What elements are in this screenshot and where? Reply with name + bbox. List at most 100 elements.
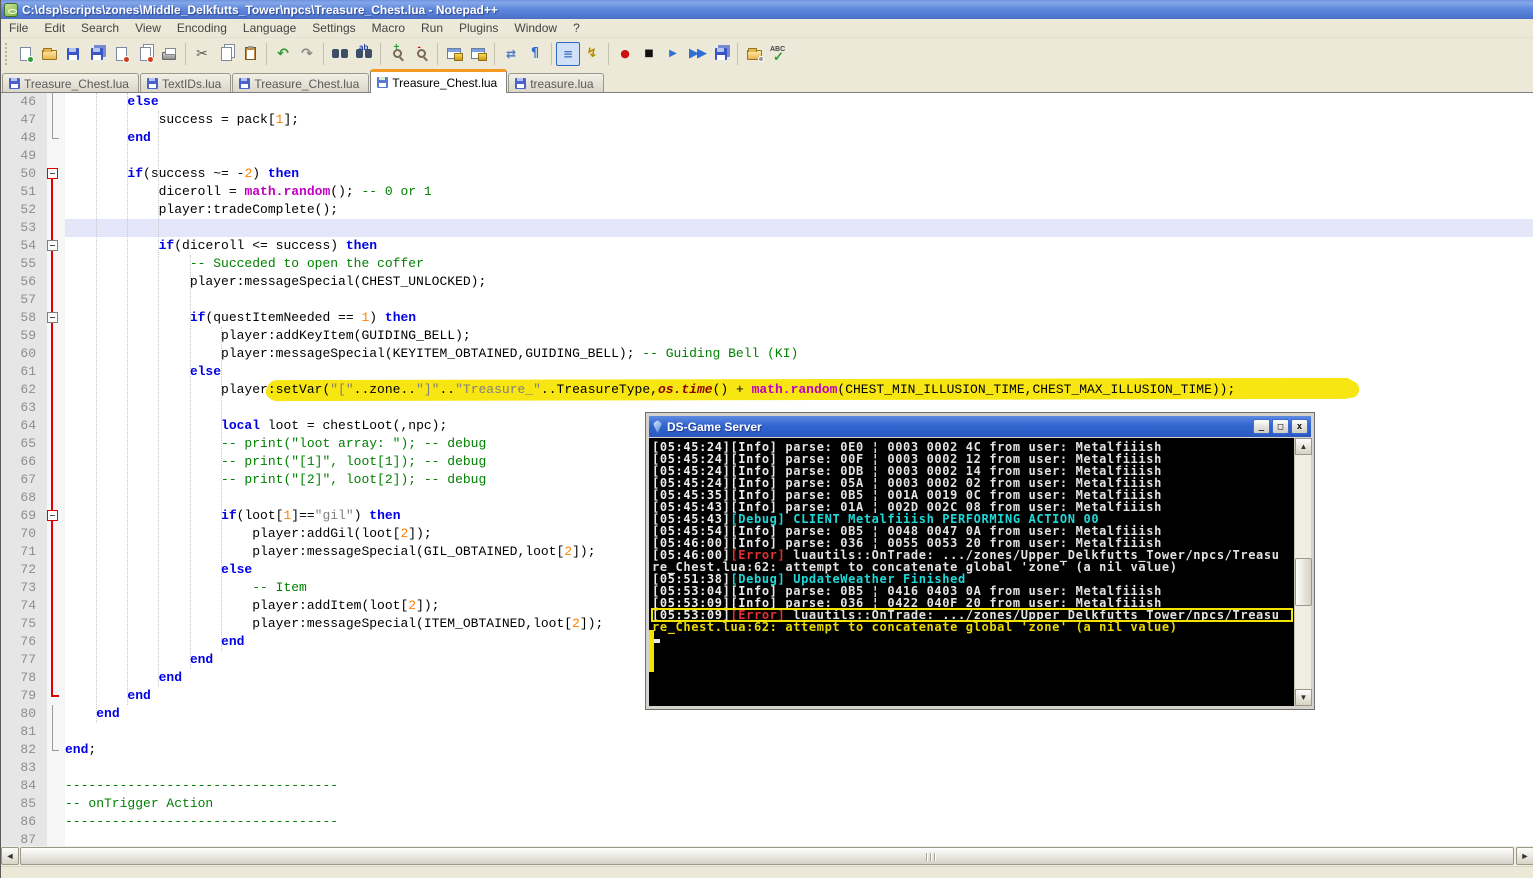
horizontal-scrollbar[interactable]: ◄ ► <box>1 846 1533 866</box>
show-all-chars-icon[interactable]: ¶ <box>523 42 547 66</box>
code-line-55[interactable]: 55 -- Succeded to open the coffer <box>1 255 1533 273</box>
redo-icon[interactable]: ↷ <box>295 42 319 66</box>
menu-item-language[interactable]: Language <box>235 19 304 37</box>
code-line-46[interactable]: 46 else <box>1 93 1533 111</box>
indent-guide-icon[interactable]: ≡ <box>556 42 580 66</box>
fold-margin[interactable] <box>47 129 65 147</box>
code-line-84[interactable]: 84----------------------------------- <box>1 777 1533 795</box>
code-line-51[interactable]: 51 diceroll = math.random(); -- 0 or 1 <box>1 183 1533 201</box>
menu-item-run[interactable]: Run <box>413 19 451 37</box>
menu-item-encoding[interactable]: Encoding <box>169 19 235 37</box>
fold-margin[interactable] <box>47 273 65 291</box>
macro-run-multiple-icon[interactable]: ▶▶ <box>685 42 709 66</box>
cut-icon[interactable]: ✂ <box>190 42 214 66</box>
fold-margin[interactable] <box>47 795 65 813</box>
sync-horizontal-icon[interactable] <box>466 42 490 66</box>
code-line-62[interactable]: 62 player:setVar("["..zone.."]".."Treasu… <box>1 381 1533 399</box>
fold-margin[interactable] <box>47 381 65 399</box>
fold-margin[interactable] <box>47 345 65 363</box>
fold-margin[interactable] <box>47 255 65 273</box>
scroll-left-button[interactable]: ◄ <box>1 847 19 865</box>
fold-margin[interactable] <box>47 237 65 255</box>
fold-margin[interactable] <box>47 705 65 723</box>
tab-3-treasure-chest-lua[interactable]: Treasure_Chest.lua <box>232 73 369 93</box>
menu-item-view[interactable]: View <box>127 19 169 37</box>
close-file-icon[interactable] <box>109 42 133 66</box>
open-in-explorer-icon[interactable] <box>742 42 766 66</box>
code-line-81[interactable]: 81 <box>1 723 1533 741</box>
maximize-button[interactable]: □ <box>1272 419 1289 434</box>
console-scrollbar[interactable]: ▲ ▼ <box>1294 438 1311 706</box>
macro-play-icon[interactable]: ▶ <box>661 42 685 66</box>
fold-margin[interactable] <box>47 633 65 651</box>
code-line-85[interactable]: 85-- onTrigger Action <box>1 795 1533 813</box>
fold-margin[interactable] <box>47 471 65 489</box>
scroll-right-button[interactable]: ► <box>1516 847 1533 865</box>
tab-2-textids-lua[interactable]: TextIDs.lua <box>140 73 231 93</box>
fold-margin[interactable] <box>47 363 65 381</box>
console-scrollbar-thumb[interactable] <box>1295 558 1312 606</box>
print-icon[interactable] <box>157 42 181 66</box>
function-list-icon[interactable]: ↯ <box>580 42 604 66</box>
code-line-60[interactable]: 60 player:messageSpecial(KEYITEM_OBTAINE… <box>1 345 1533 363</box>
fold-margin[interactable] <box>47 687 65 705</box>
code-line-49[interactable]: 49 <box>1 147 1533 165</box>
macro-record-icon[interactable]: ● <box>613 42 637 66</box>
menu-item-settings[interactable]: Settings <box>304 19 363 37</box>
fold-margin[interactable] <box>47 183 65 201</box>
fold-margin[interactable] <box>47 669 65 687</box>
fold-margin[interactable] <box>47 309 65 327</box>
save-all-icon[interactable] <box>85 42 109 66</box>
fold-margin[interactable] <box>47 417 65 435</box>
menu-item-[interactable]: ? <box>565 19 588 37</box>
code-line-52[interactable]: 52 player:tradeComplete(); <box>1 201 1533 219</box>
fold-margin[interactable] <box>47 435 65 453</box>
fold-margin[interactable] <box>47 579 65 597</box>
spell-check-icon[interactable] <box>766 42 790 66</box>
fold-margin[interactable] <box>47 489 65 507</box>
menu-item-file[interactable]: File <box>1 19 36 37</box>
fold-margin[interactable] <box>47 741 65 759</box>
fold-margin[interactable] <box>47 543 65 561</box>
menu-item-window[interactable]: Window <box>506 19 565 37</box>
fold-margin[interactable] <box>47 147 65 165</box>
code-line-47[interactable]: 47 success = pack[1]; <box>1 111 1533 129</box>
fold-margin[interactable] <box>47 453 65 471</box>
fold-margin[interactable] <box>47 399 65 417</box>
fold-margin[interactable] <box>47 219 65 237</box>
code-line-82[interactable]: 82end; <box>1 741 1533 759</box>
copy-icon[interactable] <box>214 42 238 66</box>
fold-margin[interactable] <box>47 777 65 795</box>
code-line-58[interactable]: 58 if(questItemNeeded == 1) then <box>1 309 1533 327</box>
code-line-53[interactable]: 53 <box>1 219 1533 237</box>
undo-icon[interactable]: ↶ <box>271 42 295 66</box>
code-line-57[interactable]: 57 <box>1 291 1533 309</box>
code-line-87[interactable]: 87 <box>1 831 1533 846</box>
close-all-icon[interactable] <box>133 42 157 66</box>
fold-margin[interactable] <box>47 759 65 777</box>
fold-margin[interactable] <box>47 201 65 219</box>
fold-margin[interactable] <box>47 597 65 615</box>
fold-margin[interactable] <box>47 723 65 741</box>
word-wrap-icon[interactable]: ⇄ <box>499 42 523 66</box>
menu-item-macro[interactable]: Macro <box>364 19 413 37</box>
fold-margin[interactable] <box>47 651 65 669</box>
horizontal-scrollbar-thumb[interactable] <box>20 847 1514 865</box>
new-file-icon[interactable] <box>13 42 37 66</box>
fold-margin[interactable] <box>47 507 65 525</box>
fold-margin[interactable] <box>47 561 65 579</box>
fold-margin[interactable] <box>47 93 65 111</box>
fold-margin[interactable] <box>47 111 65 129</box>
open-file-icon[interactable] <box>37 42 61 66</box>
fold-margin[interactable] <box>47 165 65 183</box>
fold-margin[interactable] <box>47 831 65 846</box>
replace-icon[interactable]: ab <box>352 42 376 66</box>
zoom-out-icon[interactable]: - <box>409 42 433 66</box>
code-line-54[interactable]: 54 if(diceroll <= success) then <box>1 237 1533 255</box>
paste-icon[interactable] <box>238 42 262 66</box>
macro-stop-icon[interactable]: ■ <box>637 42 661 66</box>
minimize-button[interactable]: _ <box>1253 419 1270 434</box>
fold-margin[interactable] <box>47 615 65 633</box>
fold-margin[interactable] <box>47 327 65 345</box>
macro-save-icon[interactable] <box>709 42 733 66</box>
